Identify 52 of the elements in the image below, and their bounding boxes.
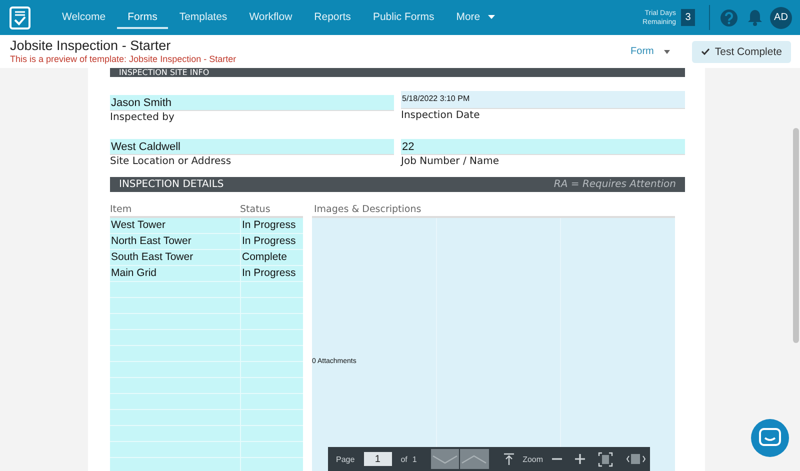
nav-tab[interactable]: Welcome <box>51 6 117 28</box>
nav-tab[interactable]: More <box>445 6 506 28</box>
caret-icon <box>664 50 670 54</box>
section-note: RA = Requires Attention <box>554 179 676 190</box>
zoom-label: Zoom <box>522 454 544 464</box>
next-page-button[interactable] <box>430 449 460 469</box>
minus-icon <box>552 458 562 460</box>
text-field[interactable]: Jason Smith <box>110 95 394 111</box>
table-cell: Complete <box>240 250 303 266</box>
preview-notice: This is a preview of template: Jobsite Inspection - Starter <box>10 54 238 65</box>
page-label: Page <box>336 454 355 464</box>
checkmark-icon <box>700 48 710 55</box>
nav-tab[interactable]: Forms <box>116 6 168 28</box>
nav-tab[interactable]: Templates <box>168 6 238 28</box>
page-total: 1 <box>412 454 417 464</box>
table-cell: In Progress <box>240 218 303 234</box>
trial-days-count: 3 <box>681 9 695 26</box>
table-cell: West Tower <box>110 218 240 234</box>
fit-page-icon <box>598 452 614 466</box>
field-label: Inspected by <box>110 112 176 123</box>
table-cell: North East Tower <box>110 234 240 250</box>
plus-icon <box>575 454 586 464</box>
of-label: of <box>400 454 408 464</box>
chevron-up-icon <box>461 454 488 464</box>
form-title: Jobsite Inspection - Starter <box>10 38 172 54</box>
form-menu-button[interactable]: Form <box>624 45 676 58</box>
chevron-down-icon <box>432 454 458 464</box>
nav-tab[interactable]: Workflow <box>238 6 304 28</box>
chat-button[interactable] <box>751 419 789 457</box>
user-avatar[interactable]: AD <box>770 6 792 28</box>
text-field[interactable]: West Caldwell <box>110 139 394 155</box>
table-cell: In Progress <box>240 266 303 282</box>
chat-bubble-icon <box>759 428 781 448</box>
arrow-to-top-icon <box>504 453 514 465</box>
scrollbar-thumb[interactable] <box>793 128 799 343</box>
caret-icon <box>488 14 496 18</box>
nav-tab[interactable]: Public Forms <box>362 6 446 28</box>
nav-tab[interactable]: Reports <box>303 6 362 28</box>
text-field[interactable]: 22 <box>401 139 685 155</box>
field-label: Job Number / Name <box>401 156 500 167</box>
date-field[interactable]: 5/18/2022 3:10 PM <box>401 91 685 109</box>
section-title: INSPECTION DETAILS <box>119 179 224 190</box>
section-title: INSPECTION SITE INFO <box>119 68 210 77</box>
field-label: Inspection Date <box>401 110 481 121</box>
table-cell: In Progress <box>240 234 303 250</box>
table-cell: South East Tower <box>110 250 240 266</box>
test-complete-button[interactable]: Test Complete <box>692 40 791 62</box>
field-label: Site Location or Address <box>110 156 232 167</box>
checklist-logo-icon[interactable] <box>9 6 31 30</box>
page-number-field[interactable]: 1 <box>364 452 392 466</box>
table-cell: Main Grid <box>110 266 240 282</box>
page-scroller-icon <box>626 453 646 465</box>
